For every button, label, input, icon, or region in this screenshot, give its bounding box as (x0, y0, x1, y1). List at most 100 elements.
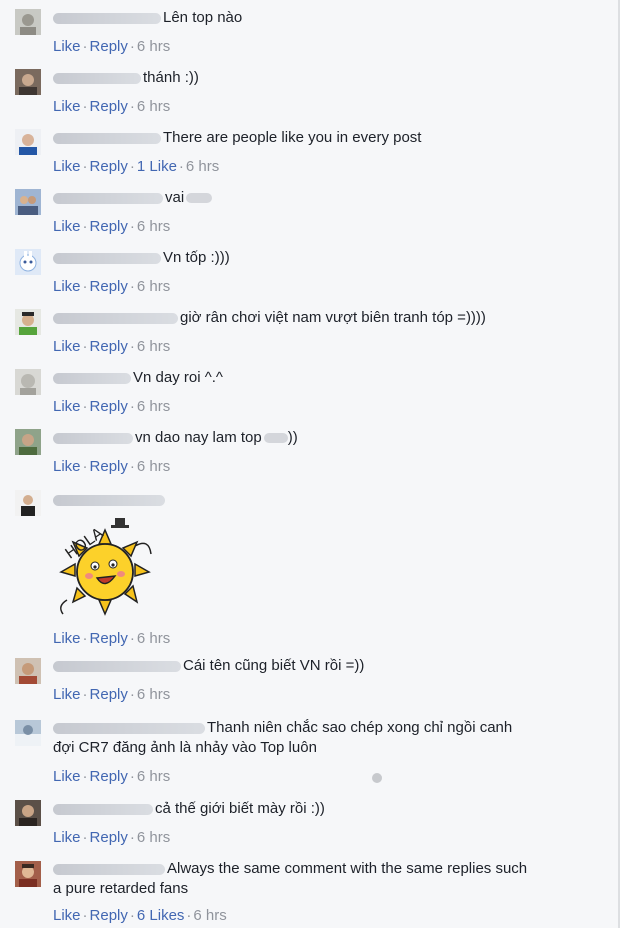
author-name[interactable] (53, 252, 161, 264)
avatar[interactable] (15, 861, 41, 887)
avatar[interactable] (15, 490, 41, 516)
separator-dot: · (82, 218, 88, 236)
author-name[interactable] (53, 132, 161, 144)
comment-text: Lên top nào (163, 9, 243, 27)
timestamp[interactable]: 6 hrs (193, 907, 226, 924)
comment-text: thánh :)) (143, 69, 199, 87)
timestamp[interactable]: 6 hrs (137, 398, 170, 415)
comment-text: vn dao nay lam top (135, 429, 262, 447)
reply-link[interactable]: Reply (90, 158, 128, 175)
timestamp[interactable]: 6 hrs (137, 768, 170, 785)
like-link[interactable]: Like (53, 398, 81, 415)
separator-dot: · (129, 768, 135, 786)
author-name[interactable] (53, 372, 131, 384)
avatar[interactable] (15, 129, 41, 155)
separator-dot: · (82, 829, 88, 847)
like-count-link[interactable]: 6 Likes (137, 907, 185, 924)
reply-link[interactable]: Reply (90, 686, 128, 703)
like-link[interactable]: Like (53, 38, 81, 55)
timestamp[interactable]: 6 hrs (137, 458, 170, 475)
comment-text-tail: )) (287, 429, 298, 447)
like-link[interactable]: Like (53, 768, 81, 785)
timestamp[interactable]: 6 hrs (137, 338, 170, 355)
timestamp[interactable]: 6 hrs (137, 218, 170, 235)
like-link[interactable]: Like (53, 907, 81, 924)
reply-link[interactable]: Reply (90, 218, 128, 235)
author-name[interactable] (53, 722, 205, 734)
timestamp[interactable]: 6 hrs (137, 38, 170, 55)
like-link[interactable]: Like (53, 686, 81, 703)
separator-dot: · (82, 768, 88, 786)
comment-text: Vn day roi ^.^ (133, 369, 223, 387)
avatar[interactable] (15, 800, 41, 826)
like-link[interactable]: Like (53, 458, 81, 475)
separator-dot: · (129, 398, 135, 416)
avatar[interactable] (15, 658, 41, 684)
avatar[interactable] (15, 249, 41, 275)
separator-dot: · (82, 907, 88, 925)
reply-link[interactable]: Reply (90, 768, 128, 785)
avatar[interactable] (15, 429, 41, 455)
avatar[interactable] (15, 9, 41, 35)
comment-text: vai (165, 189, 185, 207)
comment-text: giờ rân chơi việt nam vượt biên tranh tó… (180, 309, 486, 327)
timestamp[interactable]: 6 hrs (137, 829, 170, 846)
separator-dot: · (82, 398, 88, 416)
comment-text: Cái tên cũng biết VN rồi =)) (183, 657, 365, 675)
comment-text: Thanh niên chắc sao chép xong chỉ ngồi c… (207, 719, 513, 737)
separator-dot: · (82, 98, 88, 116)
separator-dot: · (129, 829, 135, 847)
separator-dot: · (82, 38, 88, 56)
timestamp[interactable]: 6 hrs (137, 630, 170, 647)
like-link[interactable]: Like (53, 829, 81, 846)
like-link[interactable]: Like (53, 278, 81, 295)
author-name[interactable] (53, 72, 141, 84)
avatar[interactable] (15, 369, 41, 395)
like-link[interactable]: Like (53, 158, 81, 175)
author-name[interactable] (53, 863, 165, 875)
hola-sun-sticker[interactable]: HOLA (53, 516, 157, 620)
reply-link[interactable]: Reply (90, 38, 128, 55)
timestamp[interactable]: 6 hrs (137, 278, 170, 295)
like-link[interactable]: Like (53, 218, 81, 235)
author-name[interactable] (53, 803, 153, 815)
avatar[interactable] (15, 189, 41, 215)
like-link[interactable]: Like (53, 630, 81, 647)
author-name[interactable] (53, 12, 161, 24)
avatar[interactable] (15, 69, 41, 95)
redacted-text (263, 433, 288, 444)
reply-link[interactable]: Reply (90, 278, 128, 295)
author-name[interactable] (53, 312, 178, 324)
separator-dot: · (129, 686, 135, 704)
reply-link[interactable]: Reply (90, 829, 128, 846)
comment-text: There are people like you in every post (163, 129, 422, 147)
reply-link[interactable]: Reply (90, 338, 128, 355)
author-name[interactable] (53, 432, 133, 444)
separator-dot: · (82, 458, 88, 476)
timestamp[interactable]: 6 hrs (186, 158, 219, 175)
author-name[interactable] (53, 494, 165, 506)
separator-dot: · (129, 458, 135, 476)
avatar[interactable] (15, 309, 41, 335)
separator-dot: · (129, 98, 135, 116)
reply-link[interactable]: Reply (90, 630, 128, 647)
comment-text: cả thế giới biết mày rồi :)) (155, 800, 325, 818)
reply-link[interactable]: Reply (90, 98, 128, 115)
separator-dot: · (82, 158, 88, 176)
avatar[interactable] (15, 720, 41, 746)
reply-link[interactable]: Reply (90, 907, 128, 924)
separator-dot: · (129, 158, 135, 176)
like-link[interactable]: Like (53, 338, 81, 355)
like-link[interactable]: Like (53, 98, 81, 115)
separator-dot: · (178, 158, 184, 176)
comment-text-line2: đợi CR7 đăng ảnh là nhảy vào Top luôn (53, 739, 317, 757)
author-name[interactable] (53, 660, 181, 672)
reply-link[interactable]: Reply (90, 398, 128, 415)
redacted-text (186, 193, 213, 204)
timestamp[interactable]: 6 hrs (137, 98, 170, 115)
like-count-link[interactable]: 1 Like (137, 158, 177, 175)
timestamp[interactable]: 6 hrs (137, 686, 170, 703)
author-name[interactable] (53, 192, 163, 204)
separator-dot: · (129, 278, 135, 296)
reply-link[interactable]: Reply (90, 458, 128, 475)
